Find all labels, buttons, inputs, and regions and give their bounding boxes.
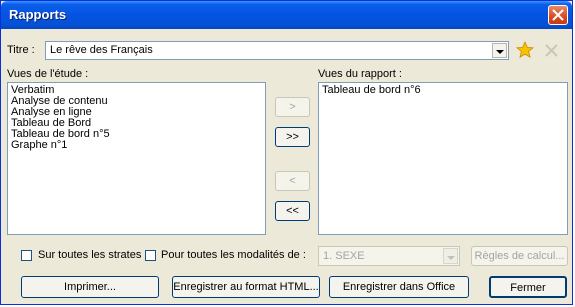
remove-button-label: < bbox=[289, 175, 296, 187]
study-views-label: Vues de l'étude : bbox=[7, 68, 89, 80]
save-office-label: Enregistrer dans Office bbox=[342, 281, 456, 293]
study-views-list[interactable]: Verbatim Analyse de contenu Analyse en l… bbox=[7, 82, 266, 235]
close-icon bbox=[552, 9, 564, 21]
title-bar: Rapports bbox=[1, 1, 572, 29]
list-item[interactable]: Graphe n°1 bbox=[11, 140, 262, 151]
title-dropdown-arrow[interactable] bbox=[492, 43, 507, 58]
save-office-button[interactable]: Enregistrer dans Office bbox=[329, 276, 469, 298]
modality-value: 1. SEXE bbox=[323, 250, 365, 262]
close-window-button[interactable] bbox=[548, 5, 568, 25]
remove-all-button[interactable]: << bbox=[275, 201, 310, 221]
all-modalities-checkbox[interactable] bbox=[145, 250, 156, 261]
modality-combobox[interactable]: 1. SEXE bbox=[318, 246, 460, 266]
close-label: Fermer bbox=[510, 282, 546, 294]
window-title: Rapports bbox=[9, 7, 67, 22]
print-button[interactable]: Imprimer... bbox=[21, 276, 159, 298]
favorite-star-icon[interactable] bbox=[516, 41, 534, 59]
title-label: Titre : bbox=[7, 44, 35, 56]
add-all-button-label: >> bbox=[286, 131, 299, 143]
title-combobox[interactable]: Le rêve des Français bbox=[45, 41, 509, 60]
calc-rules-label: Règles de calcul... bbox=[474, 250, 565, 262]
add-all-button[interactable]: >> bbox=[275, 127, 310, 147]
add-button-label: > bbox=[289, 101, 296, 113]
report-views-list[interactable]: Tableau de bord n°6 bbox=[318, 82, 568, 235]
remove-button[interactable]: < bbox=[275, 171, 310, 191]
all-modalities-label: Pour toutes les modalités de : bbox=[161, 249, 306, 261]
title-value: Le rêve des Français bbox=[50, 44, 153, 56]
remove-all-button-label: << bbox=[286, 205, 299, 217]
list-item[interactable]: Tableau de bord n°6 bbox=[322, 85, 564, 96]
all-strata-checkbox[interactable] bbox=[21, 250, 32, 261]
add-button[interactable]: > bbox=[275, 97, 310, 117]
save-html-label: Enregistrer au format HTML... bbox=[173, 281, 319, 293]
modality-dropdown-arrow[interactable] bbox=[443, 248, 458, 264]
close-button[interactable]: Fermer bbox=[489, 276, 567, 298]
rapports-dialog: Rapports Titre : Le rêve des Français Vu… bbox=[0, 0, 573, 305]
all-strata-label: Sur toutes les strates bbox=[38, 249, 142, 261]
delete-icon[interactable] bbox=[545, 44, 558, 57]
print-label: Imprimer... bbox=[64, 281, 116, 293]
report-views-label: Vues du rapport : bbox=[318, 68, 402, 80]
save-html-button[interactable]: Enregistrer au format HTML... bbox=[172, 276, 320, 298]
calc-rules-button[interactable]: Règles de calcul... bbox=[471, 246, 568, 266]
